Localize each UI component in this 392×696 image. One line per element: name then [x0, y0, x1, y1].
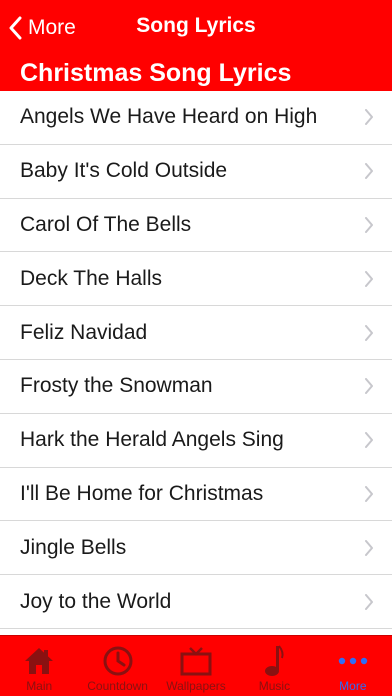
tab-label: More [339, 679, 367, 693]
clock-icon [102, 644, 134, 678]
song-list-item[interactable]: Baby It's Cold Outside [0, 145, 392, 199]
song-list-item[interactable]: Feliz Navidad [0, 306, 392, 360]
tab-music[interactable]: Music [235, 636, 313, 696]
chevron-right-icon [365, 216, 373, 233]
tv-icon [180, 644, 212, 678]
page-title: Song Lyrics [136, 14, 256, 37]
song-title: Carol Of The Bells [20, 212, 192, 236]
song-list-item[interactable]: I'll Be Home for Christmas [0, 468, 392, 522]
song-list: Angels We Have Heard on High Baby It's Co… [0, 91, 392, 635]
chevron-right-icon [365, 593, 373, 610]
song-title: Jingle Bells [20, 535, 127, 559]
chevron-right-icon [365, 324, 373, 341]
chevron-right-icon [365, 109, 373, 126]
section-header: Christmas Song Lyrics [0, 58, 392, 91]
song-title: Baby It's Cold Outside [20, 159, 228, 183]
music-note-icon [262, 644, 286, 678]
tab-label: Countdown [87, 679, 148, 693]
chevron-right-icon [365, 432, 373, 449]
tab-wallpapers[interactable]: Wallpapers [157, 636, 235, 696]
chevron-right-icon [365, 539, 373, 556]
song-title: Feliz Navidad [20, 320, 148, 344]
song-list-item[interactable]: Angels We Have Heard on High [0, 91, 392, 145]
song-title: I'll Be Home for Christmas [20, 481, 264, 505]
section-title: Christmas Song Lyrics [20, 59, 292, 87]
tab-more[interactable]: More [314, 636, 392, 696]
song-list-item[interactable]: Joy to the World [0, 575, 392, 629]
chevron-right-icon [365, 163, 373, 180]
song-list-item[interactable]: Jingle Bells [0, 521, 392, 576]
tab-label: Music [258, 679, 291, 693]
chevron-right-icon [365, 270, 373, 287]
song-title: Hark the Herald Angels Sing [20, 428, 284, 452]
tab-countdown[interactable]: Countdown [78, 636, 156, 696]
song-title: Frosty the Snowman [20, 374, 213, 398]
song-title: Deck The Halls [20, 266, 162, 290]
house-icon [24, 644, 54, 678]
song-list-item[interactable]: Hark the Herald Angels Sing [0, 414, 392, 468]
song-title: Angels We Have Heard on High [20, 105, 318, 129]
tab-main[interactable]: Main [0, 636, 78, 696]
song-title: Joy to the World [20, 589, 172, 613]
chevron-right-icon [365, 378, 373, 395]
tab-bar: Main Countdown Wallpapers Music More [0, 635, 392, 696]
tab-label: Main [26, 679, 53, 693]
tab-label: Wallpapers [166, 679, 226, 693]
song-list-item[interactable]: Deck The Halls [0, 252, 392, 307]
chevron-right-icon [365, 485, 373, 502]
navigation-bar: More Song Lyrics [0, 0, 392, 58]
song-list-item[interactable]: Carol Of The Bells [0, 199, 392, 253]
song-list-item[interactable]: Frosty the Snowman [0, 360, 392, 414]
more-dots-icon [338, 644, 368, 678]
